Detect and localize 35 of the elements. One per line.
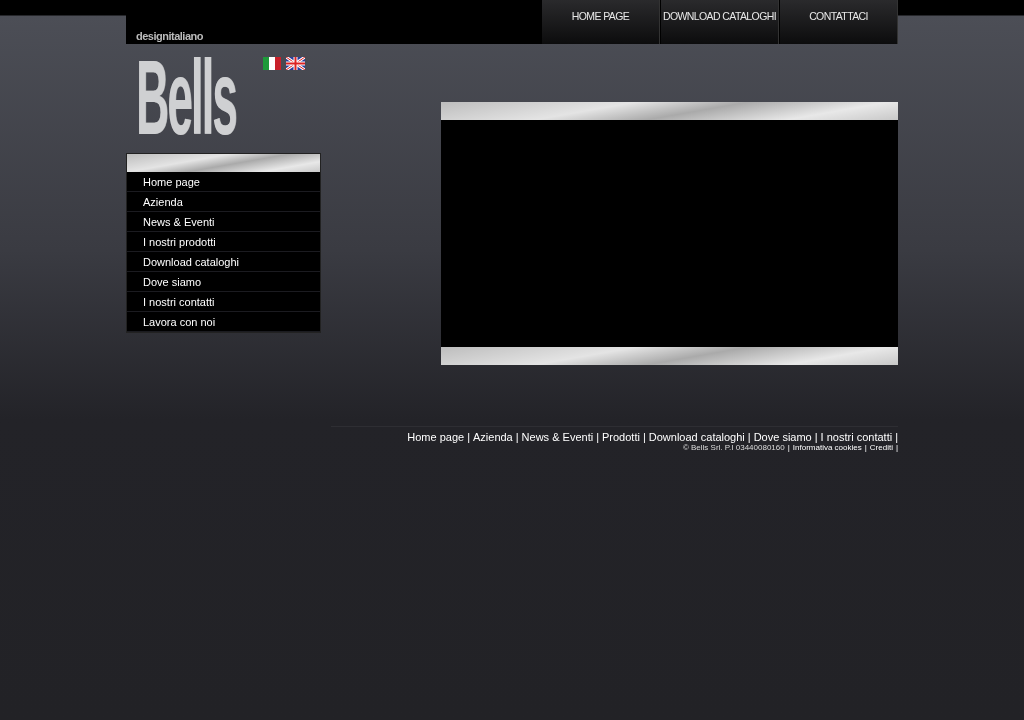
separator: | bbox=[642, 431, 646, 443]
menu-item[interactable]: Lavora con noi bbox=[127, 312, 320, 332]
separator: | bbox=[895, 431, 898, 443]
footer-link[interactable]: Crediti bbox=[869, 443, 893, 452]
footer-link[interactable]: Informativa cookies bbox=[792, 443, 862, 452]
menu-item[interactable]: Download cataloghi bbox=[127, 252, 320, 272]
separator: | bbox=[467, 431, 470, 443]
menu-item[interactable]: Dove siamo bbox=[127, 272, 320, 292]
british-flag-icon[interactable] bbox=[286, 57, 305, 70]
separator: | bbox=[895, 443, 898, 452]
footer-link[interactable]: Home page bbox=[407, 431, 465, 443]
nav-button[interactable]: DOWNLOAD CATALOGHI bbox=[660, 0, 779, 44]
separator: | bbox=[864, 443, 867, 452]
footer-link[interactable]: Dove siamo bbox=[753, 431, 812, 443]
footer-link[interactable]: Prodotti bbox=[602, 431, 640, 443]
italian-flag-icon[interactable] bbox=[263, 57, 281, 70]
footer-link[interactable]: I nostri contatti bbox=[820, 431, 893, 443]
separator: | bbox=[596, 431, 599, 443]
logo-wordmark: Bells bbox=[136, 42, 236, 153]
nav-button[interactable]: CONTATTACI bbox=[779, 0, 898, 44]
footer-link[interactable]: News & Eventi bbox=[521, 431, 594, 443]
logo-tagline: designitaliano bbox=[136, 30, 204, 42]
menu-item[interactable]: News & Eventi bbox=[127, 212, 320, 232]
menu-item[interactable]: Azienda bbox=[127, 192, 320, 212]
separator: | bbox=[814, 431, 818, 443]
separator: | bbox=[747, 431, 751, 443]
menu-item[interactable]: I nostri prodotti bbox=[127, 232, 320, 252]
footer-link[interactable]: Download cataloghi bbox=[648, 431, 745, 443]
copyright-text: © Bells Srl. P.I 03440080160 bbox=[682, 443, 785, 452]
separator: | bbox=[515, 431, 519, 443]
menu-item[interactable]: I nostri contatti bbox=[127, 292, 320, 312]
nav-button[interactable]: HOME PAGE bbox=[541, 0, 660, 44]
separator: | bbox=[787, 443, 790, 452]
menu-item[interactable]: Home page bbox=[127, 172, 320, 192]
footer-link[interactable]: Azienda bbox=[473, 431, 513, 443]
